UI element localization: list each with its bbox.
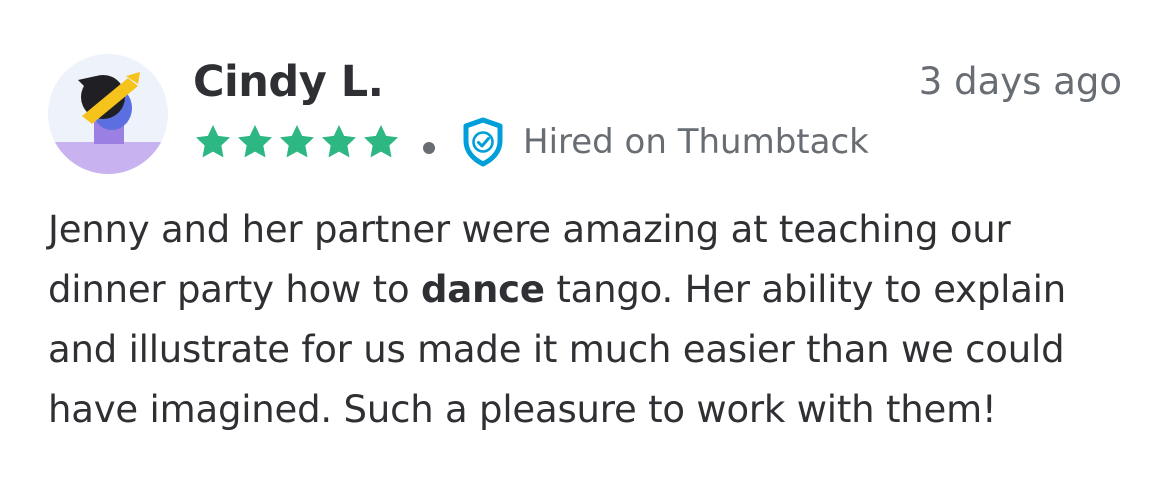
- hired-badge-label: Hired on Thumbtack: [523, 122, 869, 162]
- avatar[interactable]: [48, 54, 168, 174]
- separator-dot: [423, 142, 435, 154]
- avatar-illustration: [48, 54, 168, 174]
- review-timestamp: 3 days ago: [918, 60, 1122, 103]
- review-text-highlight: dance: [420, 268, 545, 311]
- star-icon: [196, 125, 230, 158]
- star-rating: [193, 122, 401, 162]
- review-text: Jenny and her partner were amazing at te…: [48, 200, 1128, 440]
- review-card: Cindy L. 3 days ago Hired on Thumbtack J…: [0, 0, 1170, 499]
- hired-badge: Hired on Thumbtack: [461, 117, 869, 167]
- star-icon: [238, 125, 272, 158]
- shield-check-icon: [463, 117, 503, 167]
- review-meta: Hired on Thumbtack: [193, 117, 869, 167]
- star-icon: [280, 125, 314, 158]
- reviewer-name[interactable]: Cindy L.: [193, 56, 384, 108]
- star-icon: [322, 125, 356, 158]
- star-icon: [364, 125, 398, 158]
